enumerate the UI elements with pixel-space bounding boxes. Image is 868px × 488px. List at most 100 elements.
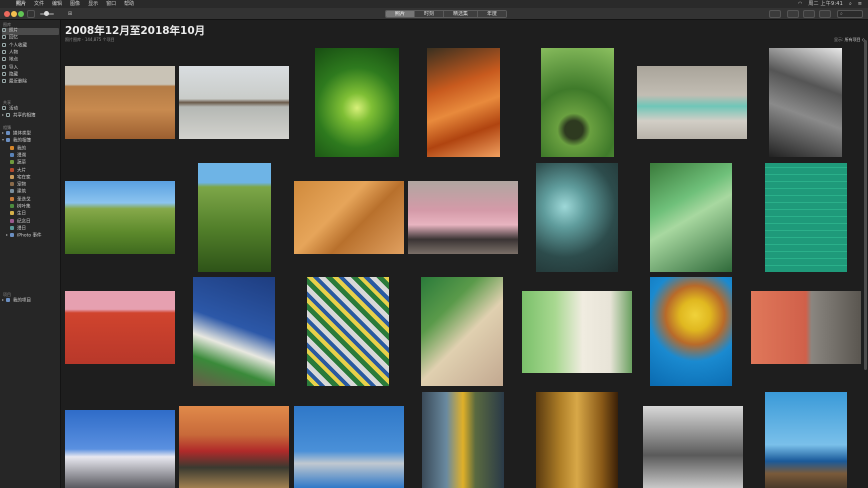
photo-thumbnail-pool-chairs[interactable] <box>637 66 747 139</box>
photo-thumbnail-green-triangle[interactable] <box>421 277 503 386</box>
photo-thumbnail-pink-car[interactable] <box>408 181 518 254</box>
album-icon <box>10 145 14 150</box>
photo-thumbnail-aerial-green[interactable] <box>650 163 732 272</box>
sidebar-item[interactable]: 蔬菜 <box>2 160 59 167</box>
sidebar-item[interactable]: 宅在家 <box>2 174 59 182</box>
wifi-icon[interactable]: ◠ <box>798 0 802 8</box>
grid-view-icon[interactable]: ⊞ <box>66 10 74 18</box>
disclosure-closed-icon[interactable] <box>2 299 4 301</box>
photo-thumbnail-coast-sky[interactable] <box>765 392 847 488</box>
favorites-icon <box>2 42 6 47</box>
photo-thumbnail-bw-hillside[interactable] <box>769 48 842 157</box>
photo-thumbnail-camel-beach[interactable] <box>179 66 289 139</box>
menu-list-icon[interactable]: ≡ <box>858 0 862 8</box>
photo-thumbnail-teal-lamp[interactable] <box>536 163 618 272</box>
photo-thumbnail-yellow-hat[interactable] <box>650 277 732 386</box>
show-filter-value[interactable]: 所有项目 ◇ <box>845 37 865 42</box>
menu-item[interactable]: 照片 <box>16 0 26 8</box>
photo-thumbnail-grass-hill[interactable] <box>198 163 271 272</box>
sidebar-item[interactable]: 个人收藏 <box>2 42 59 50</box>
disclosure-closed-icon[interactable] <box>2 114 4 117</box>
sidebar-item[interactable]: 我的相簿 <box>2 138 59 145</box>
photo-thumbnail-desert-dunes[interactable] <box>65 66 175 139</box>
tab-3[interactable]: 年度 <box>478 11 507 17</box>
photo-thumbnail-palm-leaf[interactable] <box>315 48 399 157</box>
share-button[interactable] <box>819 10 831 18</box>
sidebar-item[interactable]: 媒体类型 <box>2 131 59 138</box>
sidebar-item[interactable]: 最近删除 <box>2 79 59 86</box>
sidebar-item[interactable]: 漫日 <box>2 225 59 233</box>
search-icon[interactable]: ⌕ <box>849 0 852 8</box>
sidebar-item[interactable]: 我的项目 <box>2 298 59 305</box>
photo-thumbnail-yellow-flowers[interactable] <box>422 392 504 488</box>
scrollbar[interactable] <box>864 40 867 370</box>
photo-thumbnail-laundry-line[interactable] <box>65 410 175 488</box>
disclosure-closed-icon[interactable] <box>2 132 4 134</box>
sidebar-item[interactable]: 人物 <box>2 49 59 57</box>
tab-0[interactable]: 照片 <box>386 11 416 17</box>
places-icon <box>2 57 6 62</box>
sidebar-item[interactable]: iPhoto 事件 <box>2 233 59 240</box>
photo-thumbnail-bistro-street[interactable] <box>179 406 289 488</box>
sidebar-item-label: 个人收藏 <box>9 43 27 49</box>
sidebar-item[interactable]: 生日 <box>2 211 59 218</box>
photo-thumbnail-green-field[interactable] <box>65 181 175 254</box>
favorite-button[interactable] <box>787 10 799 18</box>
zoom-slider-knob[interactable] <box>44 11 49 16</box>
menu-items: 照片 文件 编辑 图像 显示 窗口 帮助 <box>16 0 134 8</box>
photo-thumbnail-red-wall-shadow[interactable] <box>65 291 175 364</box>
photo-thumbnail-horse-statue[interactable] <box>294 406 404 488</box>
photo-thumbnail-chaplin-door[interactable] <box>522 291 632 373</box>
import-icon <box>2 64 6 69</box>
fullscreen-window-button[interactable] <box>18 11 24 17</box>
photo-thumbnail-hanging-fruit[interactable] <box>541 48 614 157</box>
tab-2[interactable]: 精选集 <box>444 11 479 17</box>
clock[interactable]: 周二 上午9:41 <box>808 0 843 8</box>
sidebar-item[interactable]: 隐藏 <box>2 71 59 79</box>
photo-thumbnail-stairway[interactable] <box>751 291 861 364</box>
photo-thumbnail-curtain-lamp[interactable] <box>536 392 618 488</box>
sidebar-item[interactable]: 大片 <box>2 167 59 175</box>
menu-item[interactable]: 编辑 <box>52 0 62 8</box>
search-field[interactable]: ⌕ <box>837 10 863 18</box>
menu-item[interactable]: 帮助 <box>124 0 134 8</box>
sidebar-item[interactable]: 我的 <box>2 145 59 153</box>
menu-item[interactable]: 显示 <box>88 0 98 8</box>
show-filter-control[interactable]: 显示: 所有项目 ◇ <box>834 37 865 43</box>
close-window-button[interactable] <box>4 11 10 17</box>
sidebar-item[interactable]: 回忆 <box>2 35 59 42</box>
menu-item[interactable]: 图像 <box>70 0 80 8</box>
photo-thumbnail-wood-panel[interactable] <box>294 181 404 254</box>
sidebar-item[interactable]: 纪念日 <box>2 218 59 226</box>
sidebar-toggle-icon[interactable] <box>27 10 35 18</box>
info-button[interactable] <box>769 10 781 18</box>
photo-thumbnail-bw-sand[interactable] <box>643 406 743 488</box>
sidebar-item[interactable]: 活动 <box>2 106 59 113</box>
sidebar-item[interactable]: 树叶集 <box>2 204 59 211</box>
sidebar-item-label: 漫日 <box>17 226 26 232</box>
photo-thumbnail-zigzag-fence[interactable] <box>307 277 389 386</box>
photo-thumbnail-pool-ball[interactable] <box>765 163 847 272</box>
photo-thumbnail-orange-stairs[interactable] <box>427 48 500 157</box>
menu-item[interactable]: 文件 <box>34 0 44 8</box>
photo-thumbnail-blue-sky-building[interactable] <box>193 277 275 386</box>
disclosure-closed-icon[interactable] <box>6 234 8 237</box>
disclosure-open-icon[interactable] <box>2 139 4 142</box>
menu-item[interactable]: 窗口 <box>106 0 116 8</box>
album-icon <box>10 204 14 208</box>
sidebar-item-label: 隐藏 <box>9 72 18 78</box>
tab-1[interactable]: 时刻 <box>415 11 445 17</box>
sidebar-item[interactable]: 圣迭戈 <box>2 196 59 204</box>
sidebar-item[interactable]: 照片 <box>2 28 59 35</box>
sidebar-item[interactable]: 共享的相簿 <box>2 113 59 120</box>
sidebar-item[interactable]: 建筑 <box>2 189 59 196</box>
minimize-window-button[interactable] <box>11 11 17 17</box>
rotate-button[interactable] <box>803 10 815 18</box>
sidebar-item-label: 我的 <box>17 146 26 152</box>
sidebar-item[interactable]: 宠物 <box>2 182 59 189</box>
sidebar-item[interactable]: 漫溯 <box>2 152 59 160</box>
sidebar-item[interactable]: 导入 <box>2 64 59 72</box>
sidebar-item[interactable]: 地点 <box>2 57 59 64</box>
sidebar-item-label: 漫溯 <box>17 153 26 159</box>
main-content: 2008年12月至2018年10月 照片图库 · 144,875 个项目 显示:… <box>62 20 868 488</box>
